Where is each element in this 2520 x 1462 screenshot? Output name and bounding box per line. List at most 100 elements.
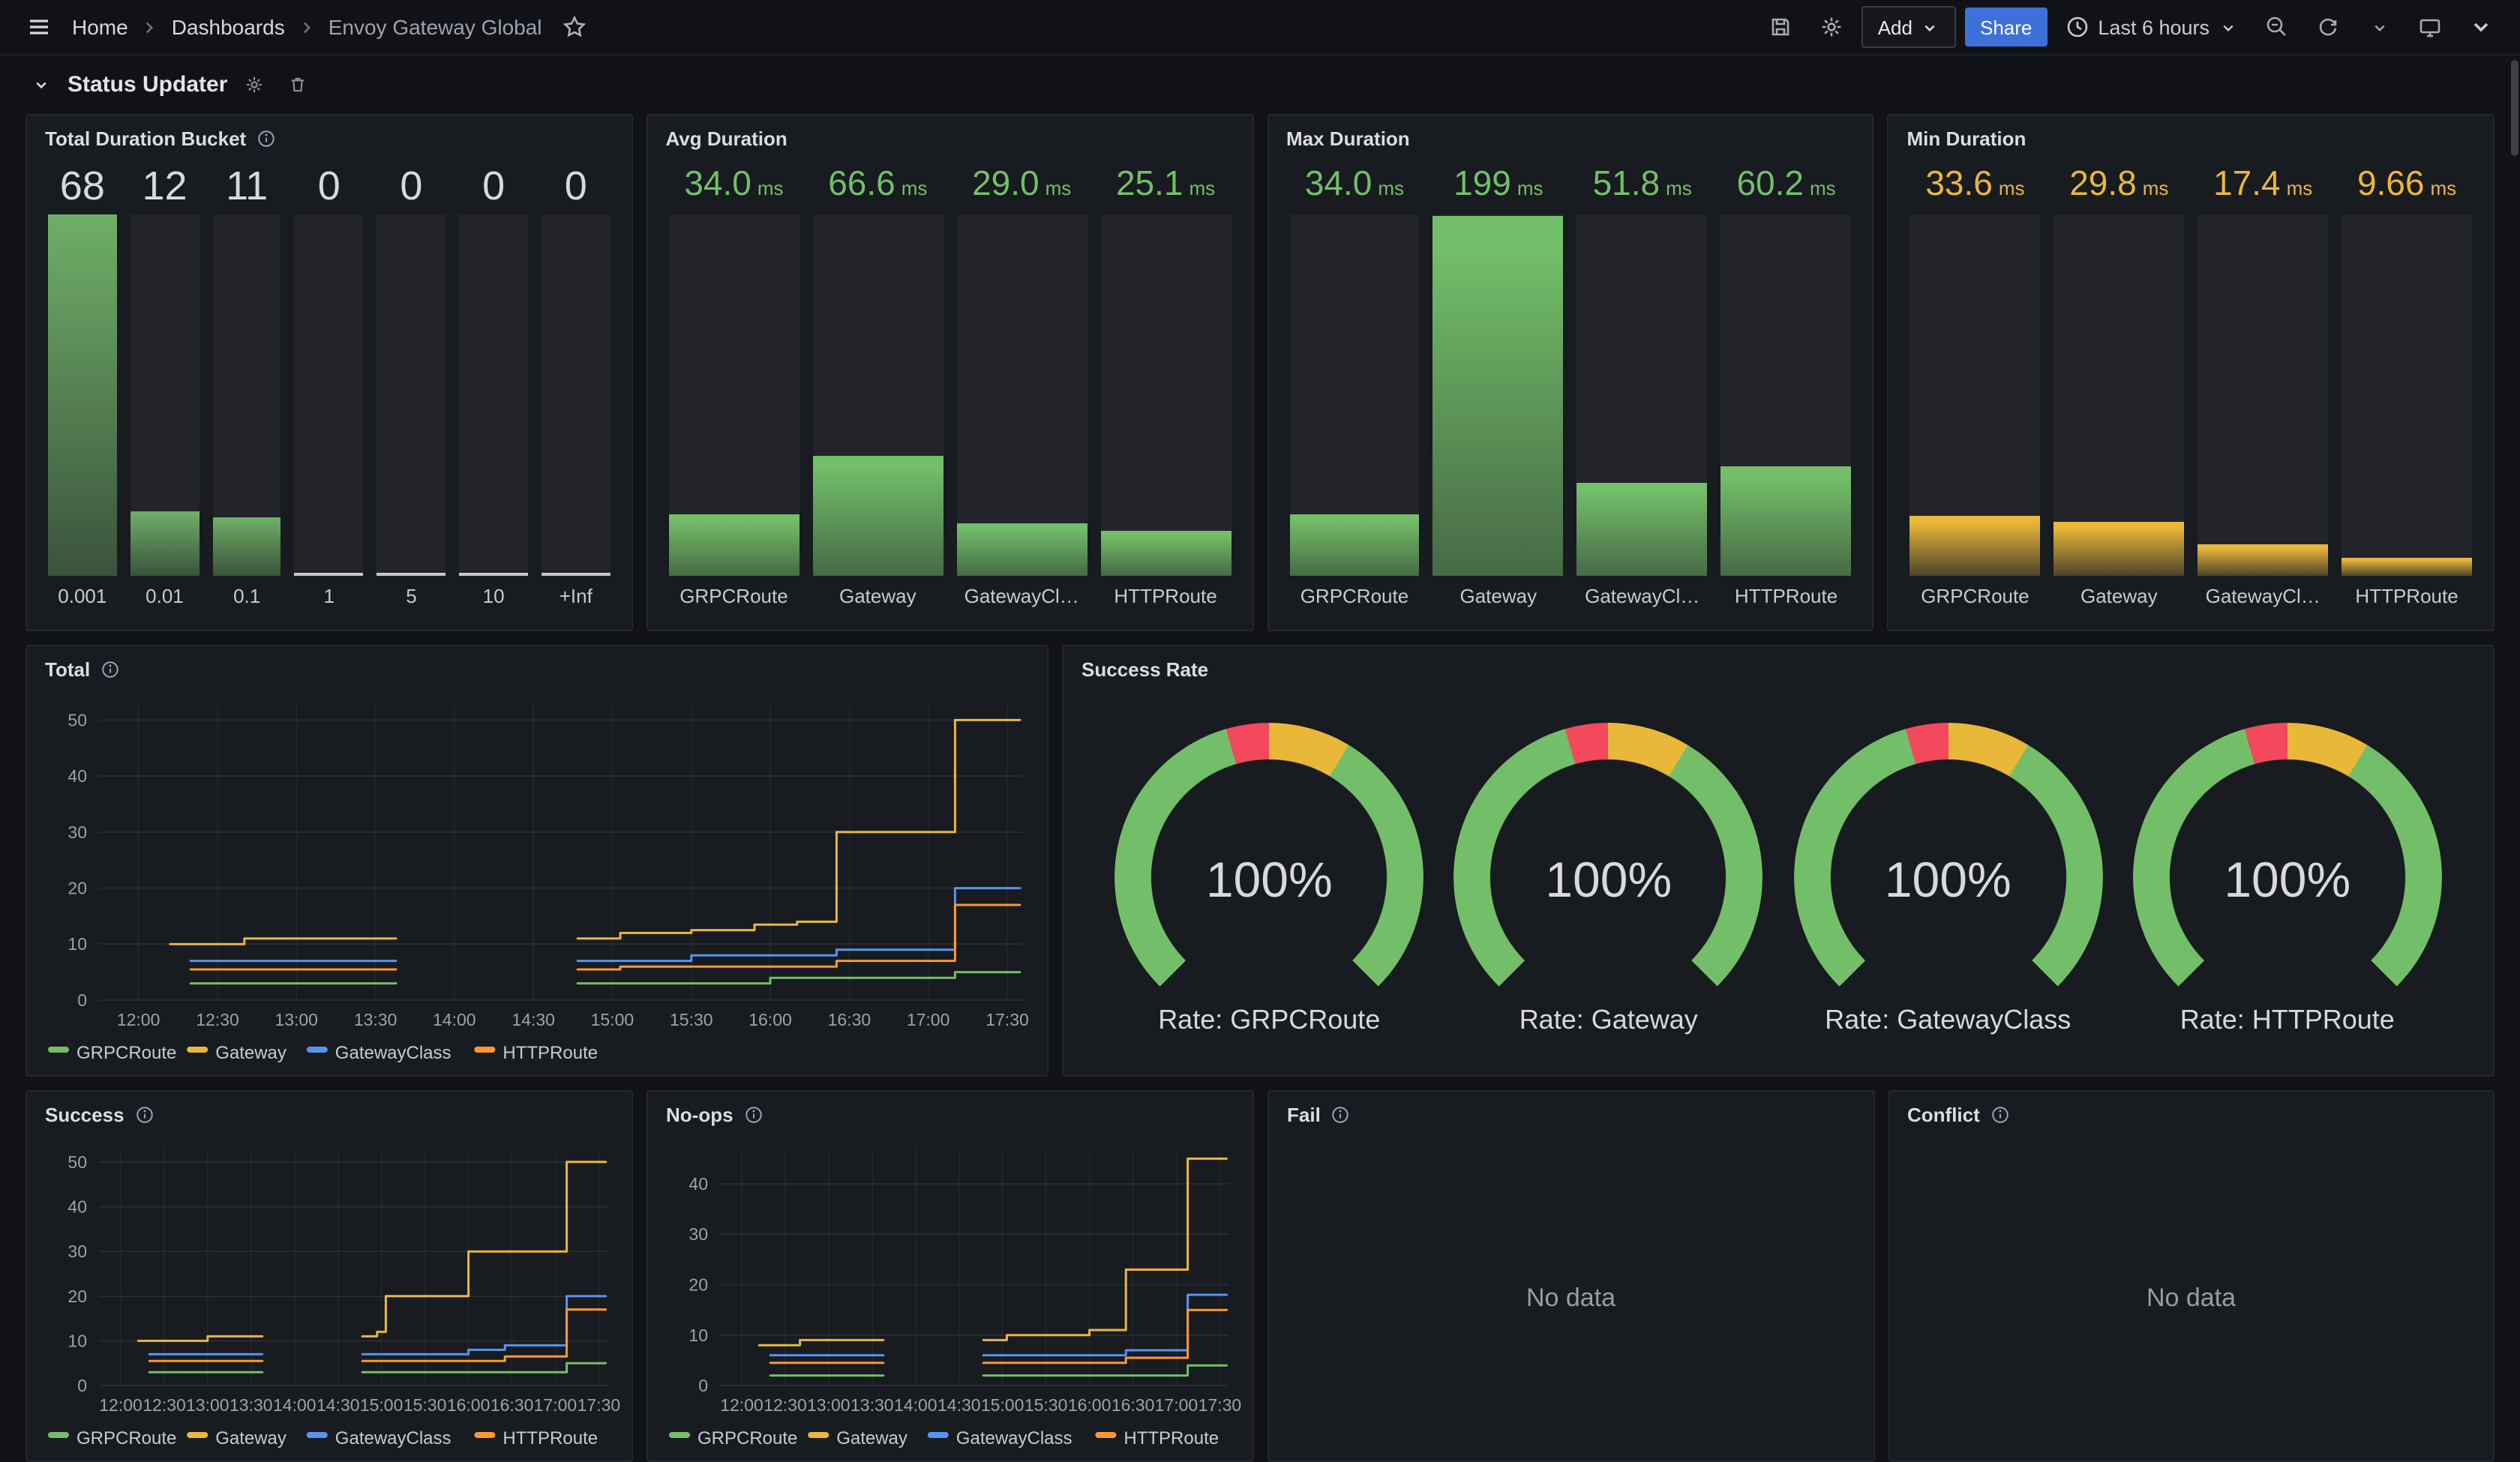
bar-label: GRPCRoute [1289, 585, 1420, 615]
time-series-plot[interactable]: 01020304012:0012:3013:0013:3014:0014:301… [648, 1137, 1252, 1461]
panel-fail: Fail No data [1268, 1090, 1874, 1462]
share-button[interactable]: Share [1965, 7, 2047, 46]
info-icon[interactable] [1331, 1104, 1351, 1124]
breadcrumb-home[interactable]: Home [69, 15, 131, 39]
panel-title[interactable]: Total Duration Bucket [45, 127, 246, 149]
info-icon[interactable] [100, 659, 120, 679]
bar-value: 9.66ms [2342, 163, 2472, 214]
bar-gauge-viz: 680.001120.01110.101050100+Inf [27, 160, 632, 630]
bar-label: HTTPRoute [1100, 585, 1231, 615]
chevron-down-icon [31, 75, 50, 94]
bar-track [1910, 214, 2041, 576]
svg-text:Gateway: Gateway [215, 1043, 286, 1063]
panel-title[interactable]: Min Duration [1907, 127, 2026, 149]
bar-fill [1100, 531, 1231, 576]
bar-gauge: 66.6msGateway [812, 163, 943, 615]
svg-text:GRPCRoute: GRPCRoute [76, 1428, 176, 1449]
bar-label: +Inf [542, 585, 610, 615]
svg-text:0: 0 [698, 1376, 708, 1395]
svg-text:50: 50 [68, 710, 87, 730]
gauge: 100%Rate: Gateway [1439, 706, 1779, 1051]
svg-text:17:00: 17:00 [907, 1010, 950, 1029]
scrollbar-thumb[interactable] [2511, 60, 2518, 156]
row-settings-button[interactable] [238, 68, 271, 101]
save-dashboard-button[interactable] [1760, 6, 1802, 48]
info-icon[interactable] [1990, 1104, 2010, 1124]
gauge-value: 100% [1454, 851, 1763, 908]
time-series-plot[interactable]: 0102030405012:0012:3013:0013:3014:0014:3… [27, 1137, 632, 1461]
panel-title[interactable]: No-ops [666, 1103, 734, 1125]
bar-value: 12 [130, 163, 200, 214]
panel-title[interactable]: Success [45, 1103, 124, 1125]
svg-text:12:00: 12:00 [720, 1395, 764, 1415]
add-button[interactable]: Add [1862, 6, 1956, 48]
svg-text:HTTPRoute: HTTPRoute [502, 1043, 598, 1063]
dashboard-settings-button[interactable] [1810, 6, 1852, 48]
info-icon[interactable] [256, 128, 276, 148]
row-header: Status Updater [0, 55, 2520, 114]
bar-track [459, 214, 528, 576]
bar-unit: ms [1189, 177, 1215, 199]
svg-text:12:00: 12:00 [117, 1010, 160, 1029]
bar-label: Gateway [1433, 585, 1564, 615]
panel-title[interactable]: Avg Duration [666, 127, 788, 149]
bar-fill [295, 573, 364, 576]
bar-value: 25.1ms [1100, 163, 1231, 214]
panel-title[interactable]: Fail [1287, 1103, 1321, 1125]
bar-gauge: 120.01 [130, 163, 200, 615]
kiosk-mode-button[interactable] [2409, 6, 2451, 48]
svg-text:0: 0 [77, 990, 87, 1010]
success-chart: 0102030405012:0012:3013:0013:3014:0014:3… [27, 1137, 632, 1461]
svg-text:17:30: 17:30 [578, 1395, 621, 1415]
svg-text:17:00: 17:00 [1155, 1395, 1198, 1415]
bar-gauge: 01 [295, 163, 364, 615]
svg-text:Gateway: Gateway [836, 1428, 908, 1449]
svg-text:15:30: 15:30 [670, 1010, 713, 1029]
panel-row-1: Total Duration Bucket 680.001120.01110.1… [26, 114, 2494, 631]
bar-track [1721, 214, 1852, 576]
refresh-button[interactable] [2307, 6, 2349, 48]
panel-title[interactable]: Max Duration [1286, 127, 1410, 149]
info-icon[interactable] [744, 1104, 764, 1124]
svg-text:40: 40 [688, 1174, 708, 1194]
bar-value: 29.8ms [2054, 163, 2184, 214]
time-series-plot[interactable]: 0102030405012:0012:3013:0013:3014:0014:3… [27, 691, 1047, 1075]
refresh-interval-dropdown[interactable] [2358, 6, 2400, 48]
add-button-label: Add [1878, 16, 1912, 38]
breadcrumb-dashboards[interactable]: Dashboards [169, 15, 288, 39]
svg-text:Gateway: Gateway [215, 1428, 286, 1449]
panel-title[interactable]: Total [45, 658, 90, 680]
bar-label: GatewayCl… [2198, 585, 2328, 615]
bar-track [812, 214, 943, 576]
bar-label: HTTPRoute [1721, 585, 1852, 615]
bar-unit: ms [758, 177, 784, 199]
bar-gauge: 680.001 [48, 163, 117, 615]
bar-track [1577, 214, 1708, 576]
panel-total: Total 0102030405012:0012:3013:0013:3014:… [26, 645, 1048, 1077]
panel-success-rate: Success Rate 100%Rate: GRPCRoute100%Rate… [1062, 645, 2494, 1077]
time-range-picker[interactable]: Last 6 hours [2056, 15, 2247, 39]
panel-title[interactable]: Success Rate [1082, 658, 1208, 680]
bar-fill [956, 523, 1087, 576]
svg-text:14:00: 14:00 [433, 1010, 476, 1029]
bar-track [1289, 214, 1420, 576]
bar-value: 66.6ms [812, 163, 943, 214]
panel-no-ops: No-ops 01020304012:0012:3013:0013:3014:0… [646, 1090, 1254, 1462]
zoom-out-time-button[interactable] [2256, 6, 2298, 48]
row-title[interactable]: Status Updater [68, 72, 227, 97]
info-icon[interactable] [135, 1104, 154, 1124]
favorite-star-button[interactable] [554, 6, 596, 48]
menu-button[interactable] [18, 6, 60, 48]
panel-title[interactable]: Conflict [1907, 1103, 1980, 1125]
row-collapse-button[interactable] [24, 68, 57, 101]
bar-label: Gateway [2054, 585, 2184, 615]
svg-text:40: 40 [68, 766, 87, 786]
collapse-nav-button[interactable] [2460, 6, 2502, 48]
svg-text:GRPCRoute: GRPCRoute [76, 1043, 176, 1063]
hamburger-icon [27, 15, 51, 39]
chevron-down-icon [2218, 17, 2238, 37]
chevron-down-icon [2469, 15, 2493, 39]
chevron-down-icon [1920, 17, 1940, 37]
row-delete-button[interactable] [281, 68, 314, 101]
bar-unit: ms [2430, 177, 2456, 199]
